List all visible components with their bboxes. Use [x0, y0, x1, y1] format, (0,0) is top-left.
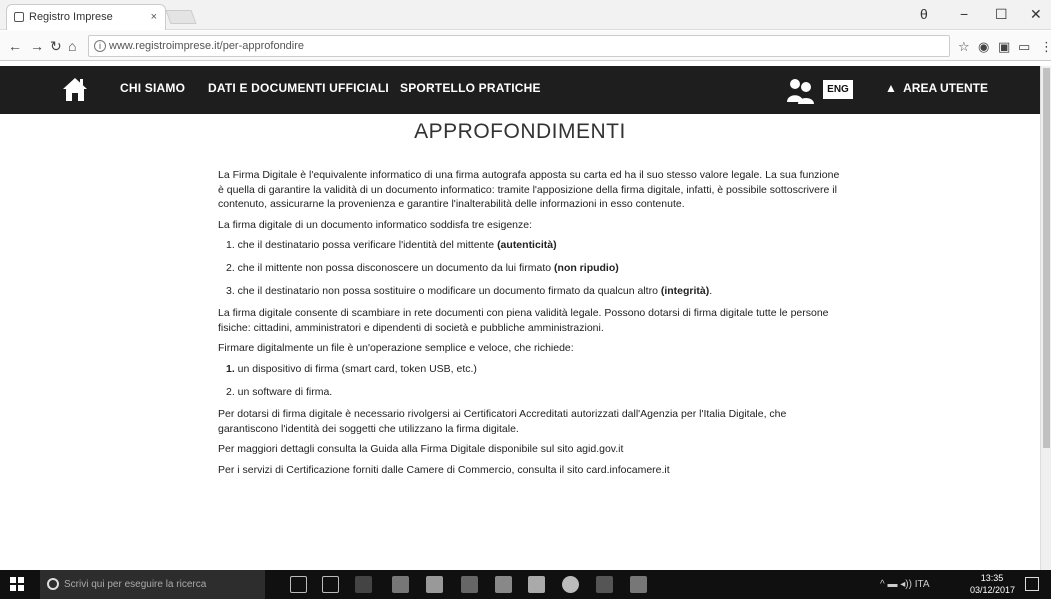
- list-item: 2. che il mittente non possa disconoscer…: [226, 261, 619, 274]
- list-item: 1. un dispositivo di firma (smart card, …: [226, 362, 477, 375]
- language-indicator[interactable]: ITA: [915, 579, 930, 590]
- search-placeholder: Scrivi qui per eseguire la ricerca: [64, 579, 207, 590]
- browser-toolbar: ← → ↻ ⌂ i www.registroimprese.it/per-app…: [0, 31, 1051, 61]
- chrome-icon[interactable]: [562, 576, 579, 593]
- exchange-paragraph: La firma digitale consente di scambiare …: [218, 307, 829, 334]
- microphone-icon[interactable]: [290, 576, 307, 593]
- favicon-icon: [14, 12, 24, 22]
- list-item: 1. che il destinatario possa verificare …: [226, 239, 557, 252]
- maximize-button[interactable]: ☐: [995, 6, 1008, 23]
- info-icon[interactable]: i: [94, 40, 106, 52]
- home-icon[interactable]: [60, 74, 90, 104]
- certifiers-paragraph: Per dotarsi di firma digitale è necessar…: [218, 408, 787, 435]
- area-utente-link[interactable]: ▲ AREA UTENTE: [885, 81, 988, 95]
- back-arrow-icon[interactable]: ←: [8, 38, 22, 54]
- list-item: 2. un software di firma.: [226, 385, 333, 398]
- browser-title-bar: Registro Imprese × θ − ☐ ✕: [0, 0, 1051, 30]
- taskbar-search-input[interactable]: Scrivi qui per eseguire la ricerca: [40, 570, 265, 599]
- system-tray[interactable]: ^ ▬ ◂)) ITA: [880, 579, 930, 590]
- notification-icon[interactable]: [1025, 577, 1039, 591]
- new-tab-button[interactable]: [165, 10, 197, 24]
- site-navbar: CHI SIAMO DATI E DOCUMENTI UFFICIALI SPO…: [0, 66, 1040, 114]
- forward-arrow-icon[interactable]: →: [30, 38, 44, 54]
- windows-start-icon[interactable]: [10, 577, 24, 591]
- url-text: www.registroimprese.it/per-approfondire: [109, 40, 305, 52]
- extension-icon[interactable]: ◉: [978, 39, 989, 55]
- page-content: APPROFONDIMENTI La Firma Digitale è l'eq…: [0, 114, 1040, 570]
- cortana-icon: [47, 578, 59, 590]
- intro-paragraph: La Firma Digitale è l'equivalente inform…: [218, 169, 840, 211]
- extension-icon-2[interactable]: ▣: [998, 39, 1010, 55]
- user-icon: ▲: [885, 81, 897, 95]
- requirements-intro: La firma digitale di un documento inform…: [218, 218, 533, 231]
- requirements-list: 1. che il destinatario possa verificare …: [218, 238, 843, 298]
- list-item: 3. che il destinatario non possa sostitu…: [226, 284, 713, 297]
- app-icon[interactable]: [461, 576, 478, 593]
- cciaa-paragraph: Per i servizi di Certificazione forniti …: [218, 463, 670, 476]
- signing-list: 1. un dispositivo di firma (smart card, …: [218, 362, 843, 399]
- page-title: APPROFONDIMENTI: [414, 120, 626, 143]
- edge-icon[interactable]: [355, 576, 372, 593]
- home-icon[interactable]: ⌂: [68, 38, 76, 54]
- more-info-paragraph: Per maggiori dettagli consulta la Guida …: [218, 443, 624, 456]
- address-bar[interactable]: i www.registroimprese.it/per-approfondir…: [88, 35, 950, 57]
- bookmark-star-icon[interactable]: ☆: [958, 39, 970, 55]
- menu-icon[interactable]: ⋮: [1040, 39, 1051, 55]
- tab-close-icon[interactable]: ×: [151, 5, 157, 29]
- tab-title: Registro Imprese: [29, 11, 113, 23]
- app-icon-2[interactable]: [495, 576, 512, 593]
- signing-intro: Firmare digitalmente un file è un'operaz…: [218, 342, 574, 355]
- store-icon[interactable]: [426, 576, 443, 593]
- article-body: La Firma Digitale è l'equivalente inform…: [218, 168, 843, 484]
- close-window-button[interactable]: ✕: [1030, 6, 1042, 23]
- page-scrollbar[interactable]: [1040, 66, 1051, 570]
- file-explorer-icon[interactable]: [392, 576, 409, 593]
- taskbar-clock[interactable]: 13:35 03/12/2017: [970, 572, 1016, 596]
- scrollbar-thumb[interactable]: [1043, 68, 1050, 448]
- nav-sportello-pratiche[interactable]: SPORTELLO PRATICHE: [400, 81, 541, 95]
- reload-icon[interactable]: ↻: [50, 38, 62, 55]
- clock-date: 03/12/2017: [970, 585, 1016, 595]
- windows-taskbar: Scrivi qui per eseguire la ricerca ^ ▬ ◂…: [0, 570, 1051, 599]
- app-icon-3[interactable]: [630, 576, 647, 593]
- task-view-icon[interactable]: [322, 576, 339, 593]
- clock-time: 13:35: [980, 573, 1004, 583]
- language-switch-button[interactable]: ENG: [823, 80, 853, 99]
- browser-tab[interactable]: Registro Imprese ×: [6, 4, 166, 30]
- nav-dati-documenti[interactable]: DATI E DOCUMENTI UFFICIALI: [208, 81, 389, 95]
- word-icon[interactable]: [596, 576, 613, 593]
- profile-icon[interactable]: θ: [920, 6, 928, 22]
- nav-chi-siamo[interactable]: CHI SIAMO: [120, 81, 185, 95]
- minimize-button[interactable]: −: [960, 6, 968, 22]
- area-utente-label: AREA UTENTE: [903, 81, 989, 95]
- accessibility-icon[interactable]: [785, 75, 815, 105]
- extension-icon-3[interactable]: ▭: [1018, 39, 1030, 55]
- mail-icon[interactable]: [528, 576, 545, 593]
